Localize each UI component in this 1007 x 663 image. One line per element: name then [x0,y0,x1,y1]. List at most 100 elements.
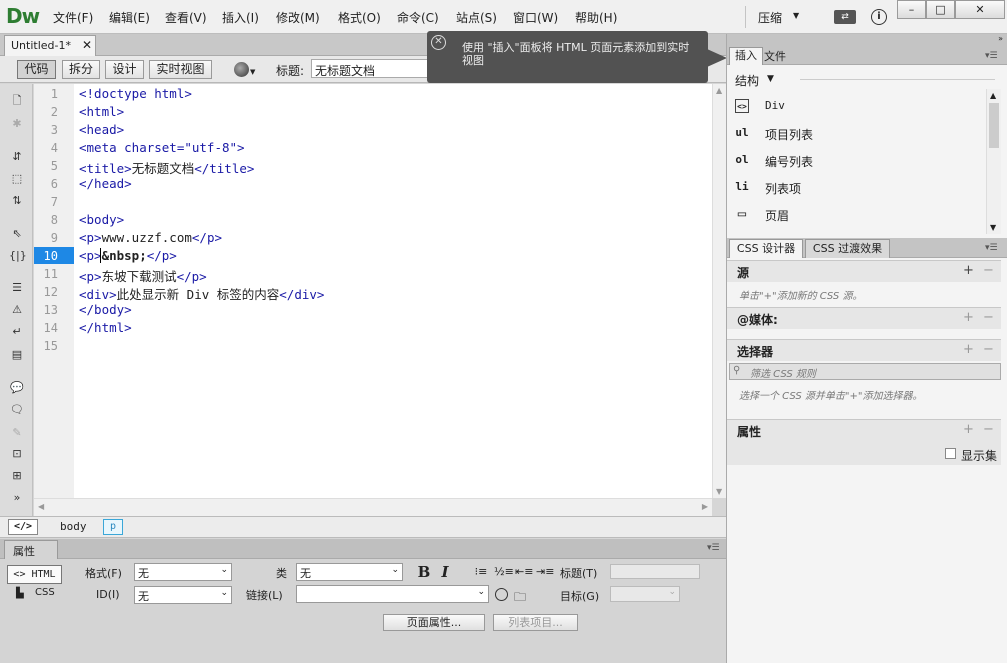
ordered-list-icon[interactable]: ½≡ [494,564,514,580]
design-view-button[interactable]: 设计 [105,60,144,79]
panel-menu-icon[interactable]: ▾☰ [707,543,720,553]
filter-css-rules-input[interactable]: 筛选 CSS 规则 [729,363,1001,380]
menu-view[interactable]: 查看(V) [165,9,207,26]
recent-snippets-icon[interactable]: ⊡ [9,446,25,462]
expand-toolbar-icon[interactable]: » [9,490,25,506]
menu-modify[interactable]: 修改(M) [276,9,320,26]
code-line[interactable]: <html> [79,104,124,119]
menu-file[interactable]: 文件(F) [53,9,93,26]
tab-insert[interactable]: 插入 [729,47,763,65]
code-line[interactable]: <p>东坡下载测试</p> [79,266,207,285]
menu-commands[interactable]: 命令(C) [397,9,439,26]
css-mode-button[interactable]: CSS [35,587,55,598]
properties-tab[interactable]: 属性 [4,540,58,559]
menu-format[interactable]: 格式(O) [338,9,381,26]
code-line[interactable]: <title>无标题文档</title> [79,158,254,177]
double-chevron-icon[interactable]: » [998,34,1003,43]
tag-body[interactable]: body [60,520,87,533]
word-wrap-icon[interactable]: ↵ [9,324,25,340]
minimize-button[interactable]: – [897,0,926,19]
insert-li-item[interactable]: li 列表项 [735,179,975,199]
page-properties-button[interactable]: 页面属性... [383,614,485,631]
chevron-down-icon[interactable]: ▼ [767,74,774,84]
editor-horizontal-scrollbar[interactable]: ◀ ▶ [34,498,712,516]
maximize-button[interactable]: □ [926,0,955,19]
code-line[interactable]: <p>www.uzzf.com</p> [79,230,222,245]
title-input[interactable]: 无标题文档 [311,59,431,78]
menu-site[interactable]: 站点(S) [456,9,497,26]
code-line[interactable]: <div>此处显示新 Div 标签的内容</div> [79,284,324,303]
split-view-button[interactable]: 拆分 [62,60,100,79]
close-icon[interactable]: ✕ [82,38,92,52]
live-view-button[interactable]: 实时视图 [149,60,212,79]
sync-icon[interactable]: ⇄ [834,10,856,24]
panel-menu-icon[interactable]: ▾☰ [985,243,998,253]
close-icon[interactable]: ✕ [431,35,446,50]
select-parent-tag-icon[interactable]: ⇖ [9,226,25,242]
chevron-down-icon[interactable]: ▼ [990,223,996,232]
code-line[interactable]: <!doctype html> [79,86,192,101]
html-mode-button[interactable]: <> HTML [7,565,62,584]
code-line[interactable]: </head> [79,176,132,191]
code-line[interactable]: <body> [79,212,124,227]
expand-all-icon[interactable]: ⇅ [9,193,25,209]
code-line[interactable]: <p>&nbsp;</p> [79,248,177,263]
point-to-file-icon[interactable] [495,588,508,601]
preview-globe-icon[interactable] [234,62,249,77]
collapse-selection-icon[interactable]: ⬚ [9,171,25,187]
tag-p[interactable]: p [103,519,123,535]
insert-ul-item[interactable]: ul 项目列表 [735,125,975,145]
add-source-icon[interactable]: + [963,263,974,278]
insert-header-item[interactable]: ▭ 页眉 [735,206,975,226]
chevron-down-icon[interactable]: ▼ [250,68,255,76]
chevron-down-icon[interactable]: ▼ [793,11,799,20]
chevron-left-icon[interactable]: ◀ [38,502,44,511]
tab-files[interactable]: 文件 [764,48,786,64]
code-view-button[interactable]: 代码 [17,60,56,79]
highlight-invalid-icon[interactable]: ⚠ [9,302,25,318]
insert-panel-scrollbar[interactable]: ▲ ▼ [986,89,1001,234]
balance-braces-icon[interactable]: {|} [9,248,27,264]
tab-css-designer[interactable]: CSS 设计器 [729,239,803,258]
menu-help[interactable]: 帮助(H) [575,9,617,26]
chevron-up-icon[interactable]: ▲ [990,91,996,100]
code-line[interactable]: </body> [79,302,132,317]
chevron-down-icon[interactable]: ▼ [716,487,722,496]
class-select[interactable]: 无 ⌄ [296,563,403,581]
unordered-list-icon[interactable]: ⁝≡ [473,564,489,580]
panel-menu-icon[interactable]: ▾☰ [985,51,998,61]
outdent-icon[interactable]: ⇤≡ [515,564,533,580]
menu-edit[interactable]: 编辑(E) [109,9,150,26]
move-css-icon[interactable]: ⊞ [9,468,25,484]
bold-button[interactable]: B [416,564,432,580]
syntax-coloring-icon[interactable]: ▤ [9,347,25,363]
menu-window[interactable]: 窗口(W) [513,9,558,26]
workspace-switcher[interactable]: 压缩 [758,9,782,26]
insert-category[interactable]: 结构 [735,72,759,89]
code-tag-icon[interactable]: </> [8,519,38,535]
remove-comment-icon[interactable]: 🗨 [9,402,25,418]
italic-button[interactable]: I [437,564,453,580]
indent-icon[interactable]: ⇥≡ [536,564,554,580]
chevron-right-icon[interactable]: ▶ [702,502,708,511]
open-documents-icon[interactable]: 🗋 [9,93,25,109]
code-line[interactable]: </html> [79,320,132,335]
menu-insert[interactable]: 插入(I) [222,9,259,26]
id-select[interactable]: 无 ⌄ [134,586,232,604]
line-numbers-icon[interactable]: ☰ [9,280,25,296]
insert-ol-item[interactable]: ol 编号列表 [735,152,975,172]
show-set-checkbox[interactable] [945,448,956,459]
help-icon[interactable]: i [871,9,887,25]
apply-comment-icon[interactable]: 💬 [9,380,25,396]
editor-vertical-scrollbar[interactable]: ▲ ▼ [712,84,726,498]
collapse-tag-icon[interactable]: ⇵ [9,149,25,165]
format-select[interactable]: 无 ⌄ [134,563,232,581]
chevron-up-icon[interactable]: ▲ [716,86,722,95]
code-line[interactable]: <meta charset="utf-8"> [79,140,245,155]
scroll-thumb[interactable] [989,103,999,148]
insert-div-item[interactable]: <> Div [735,98,975,118]
link-input[interactable]: ⌄ [296,585,489,603]
tab-css-transitions[interactable]: CSS 过渡效果 [805,239,890,258]
code-line[interactable]: <head> [79,122,124,137]
folder-icon[interactable]: 🗀 [514,588,526,609]
